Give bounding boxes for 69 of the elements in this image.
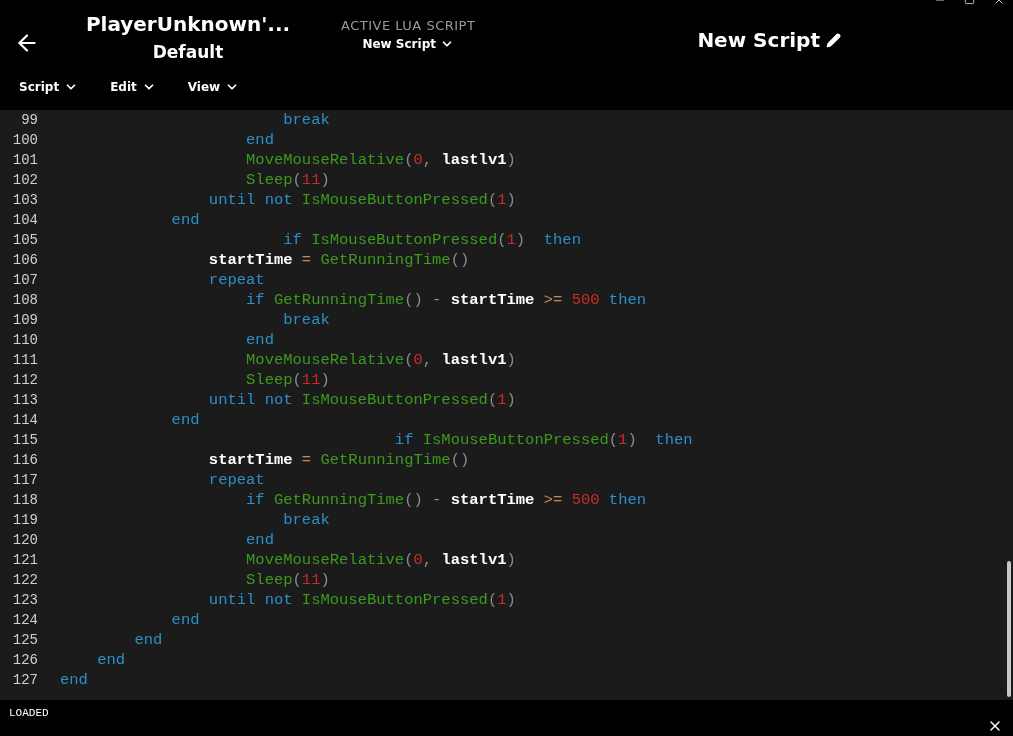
code-line: until not IsMouseButtonPressed(1) <box>207 391 516 409</box>
code-line: end <box>170 411 200 429</box>
code-line: break <box>282 111 330 129</box>
line-number: 119 <box>11 512 38 528</box>
status-text: LOADED <box>9 707 49 719</box>
code-line: if GetRunningTime() - startTime >= 500 then <box>245 291 647 309</box>
code-line: break <box>282 511 330 529</box>
line-number: 113 <box>11 392 38 408</box>
active-script-dropdown[interactable]: New Script <box>362 37 454 51</box>
code-line: until not IsMouseButtonPressed(1) <box>207 191 516 209</box>
line-number: 101 <box>11 152 38 168</box>
code-line: end <box>133 631 163 649</box>
code-line: if IsMouseButtonPressed(1) then <box>393 431 693 449</box>
code-line: repeat <box>207 271 265 289</box>
line-number: 108 <box>11 292 38 308</box>
code-line: Sleep(11) <box>245 171 330 189</box>
device-title: PlayerUnknown'... <box>85 12 291 36</box>
code-line: if IsMouseButtonPressed(1) then <box>282 231 581 249</box>
line-number: 105 <box>11 232 38 248</box>
code-line: end <box>245 531 274 549</box>
line-number: 115 <box>11 432 38 448</box>
pencil-icon[interactable] <box>826 32 841 48</box>
line-number: 117 <box>11 472 38 488</box>
line-number: 112 <box>11 372 38 388</box>
code-line: end <box>96 651 126 669</box>
line-number: 109 <box>11 312 38 328</box>
code-line: end <box>60 671 88 689</box>
code-line: MoveMouseRelative(0, lastlv1) <box>245 351 516 369</box>
code-line: repeat <box>207 471 265 489</box>
line-number: 102 <box>11 172 38 188</box>
code-line: Sleep(11) <box>245 371 330 389</box>
code-line: end <box>245 131 274 149</box>
code-line: end <box>170 611 200 629</box>
code-line: startTime = GetRunningTime() <box>207 251 470 269</box>
line-number: 116 <box>11 452 38 468</box>
code-line: end <box>170 211 200 229</box>
line-number: 114 <box>11 412 38 428</box>
code-line: startTime = GetRunningTime() <box>207 451 470 469</box>
line-number: 111 <box>11 352 38 368</box>
script-name: New Script <box>697 28 820 52</box>
code-line: end <box>245 331 274 349</box>
line-number: 121 <box>11 552 38 568</box>
line-number: 100 <box>11 132 38 148</box>
code-line: until not IsMouseButtonPressed(1) <box>207 591 516 609</box>
menu-button[interactable]: Edit <box>110 80 156 94</box>
line-number: 103 <box>11 192 38 208</box>
profile-name: Default <box>152 42 224 62</box>
line-number: 124 <box>11 612 38 628</box>
line-number: 106 <box>11 252 38 268</box>
line-number: 120 <box>11 532 38 548</box>
line-number: 110 <box>11 332 38 348</box>
menu-button[interactable]: Script <box>19 80 79 94</box>
code-line: MoveMouseRelative(0, lastlv1) <box>245 551 516 569</box>
line-number: 126 <box>11 652 38 668</box>
active-script-label: ACTIVE LUA SCRIPT <box>341 18 476 33</box>
line-number: 104 <box>11 212 38 228</box>
code-line: if GetRunningTime() - startTime >= 500 then <box>245 491 647 509</box>
line-number: 122 <box>11 572 38 588</box>
code-line: break <box>282 311 330 329</box>
line-number: 107 <box>11 272 38 288</box>
line-number: 118 <box>11 492 38 508</box>
line-number: 99 <box>20 112 38 128</box>
code-line: Sleep(11) <box>245 571 330 589</box>
scrollbar-thumb[interactable] <box>1007 561 1011 697</box>
code-line: MoveMouseRelative(0, lastlv1) <box>245 151 516 169</box>
line-number: 125 <box>11 632 38 648</box>
line-number: 127 <box>11 672 38 688</box>
line-number: 123 <box>11 592 38 608</box>
menu-button[interactable]: View <box>187 80 240 94</box>
